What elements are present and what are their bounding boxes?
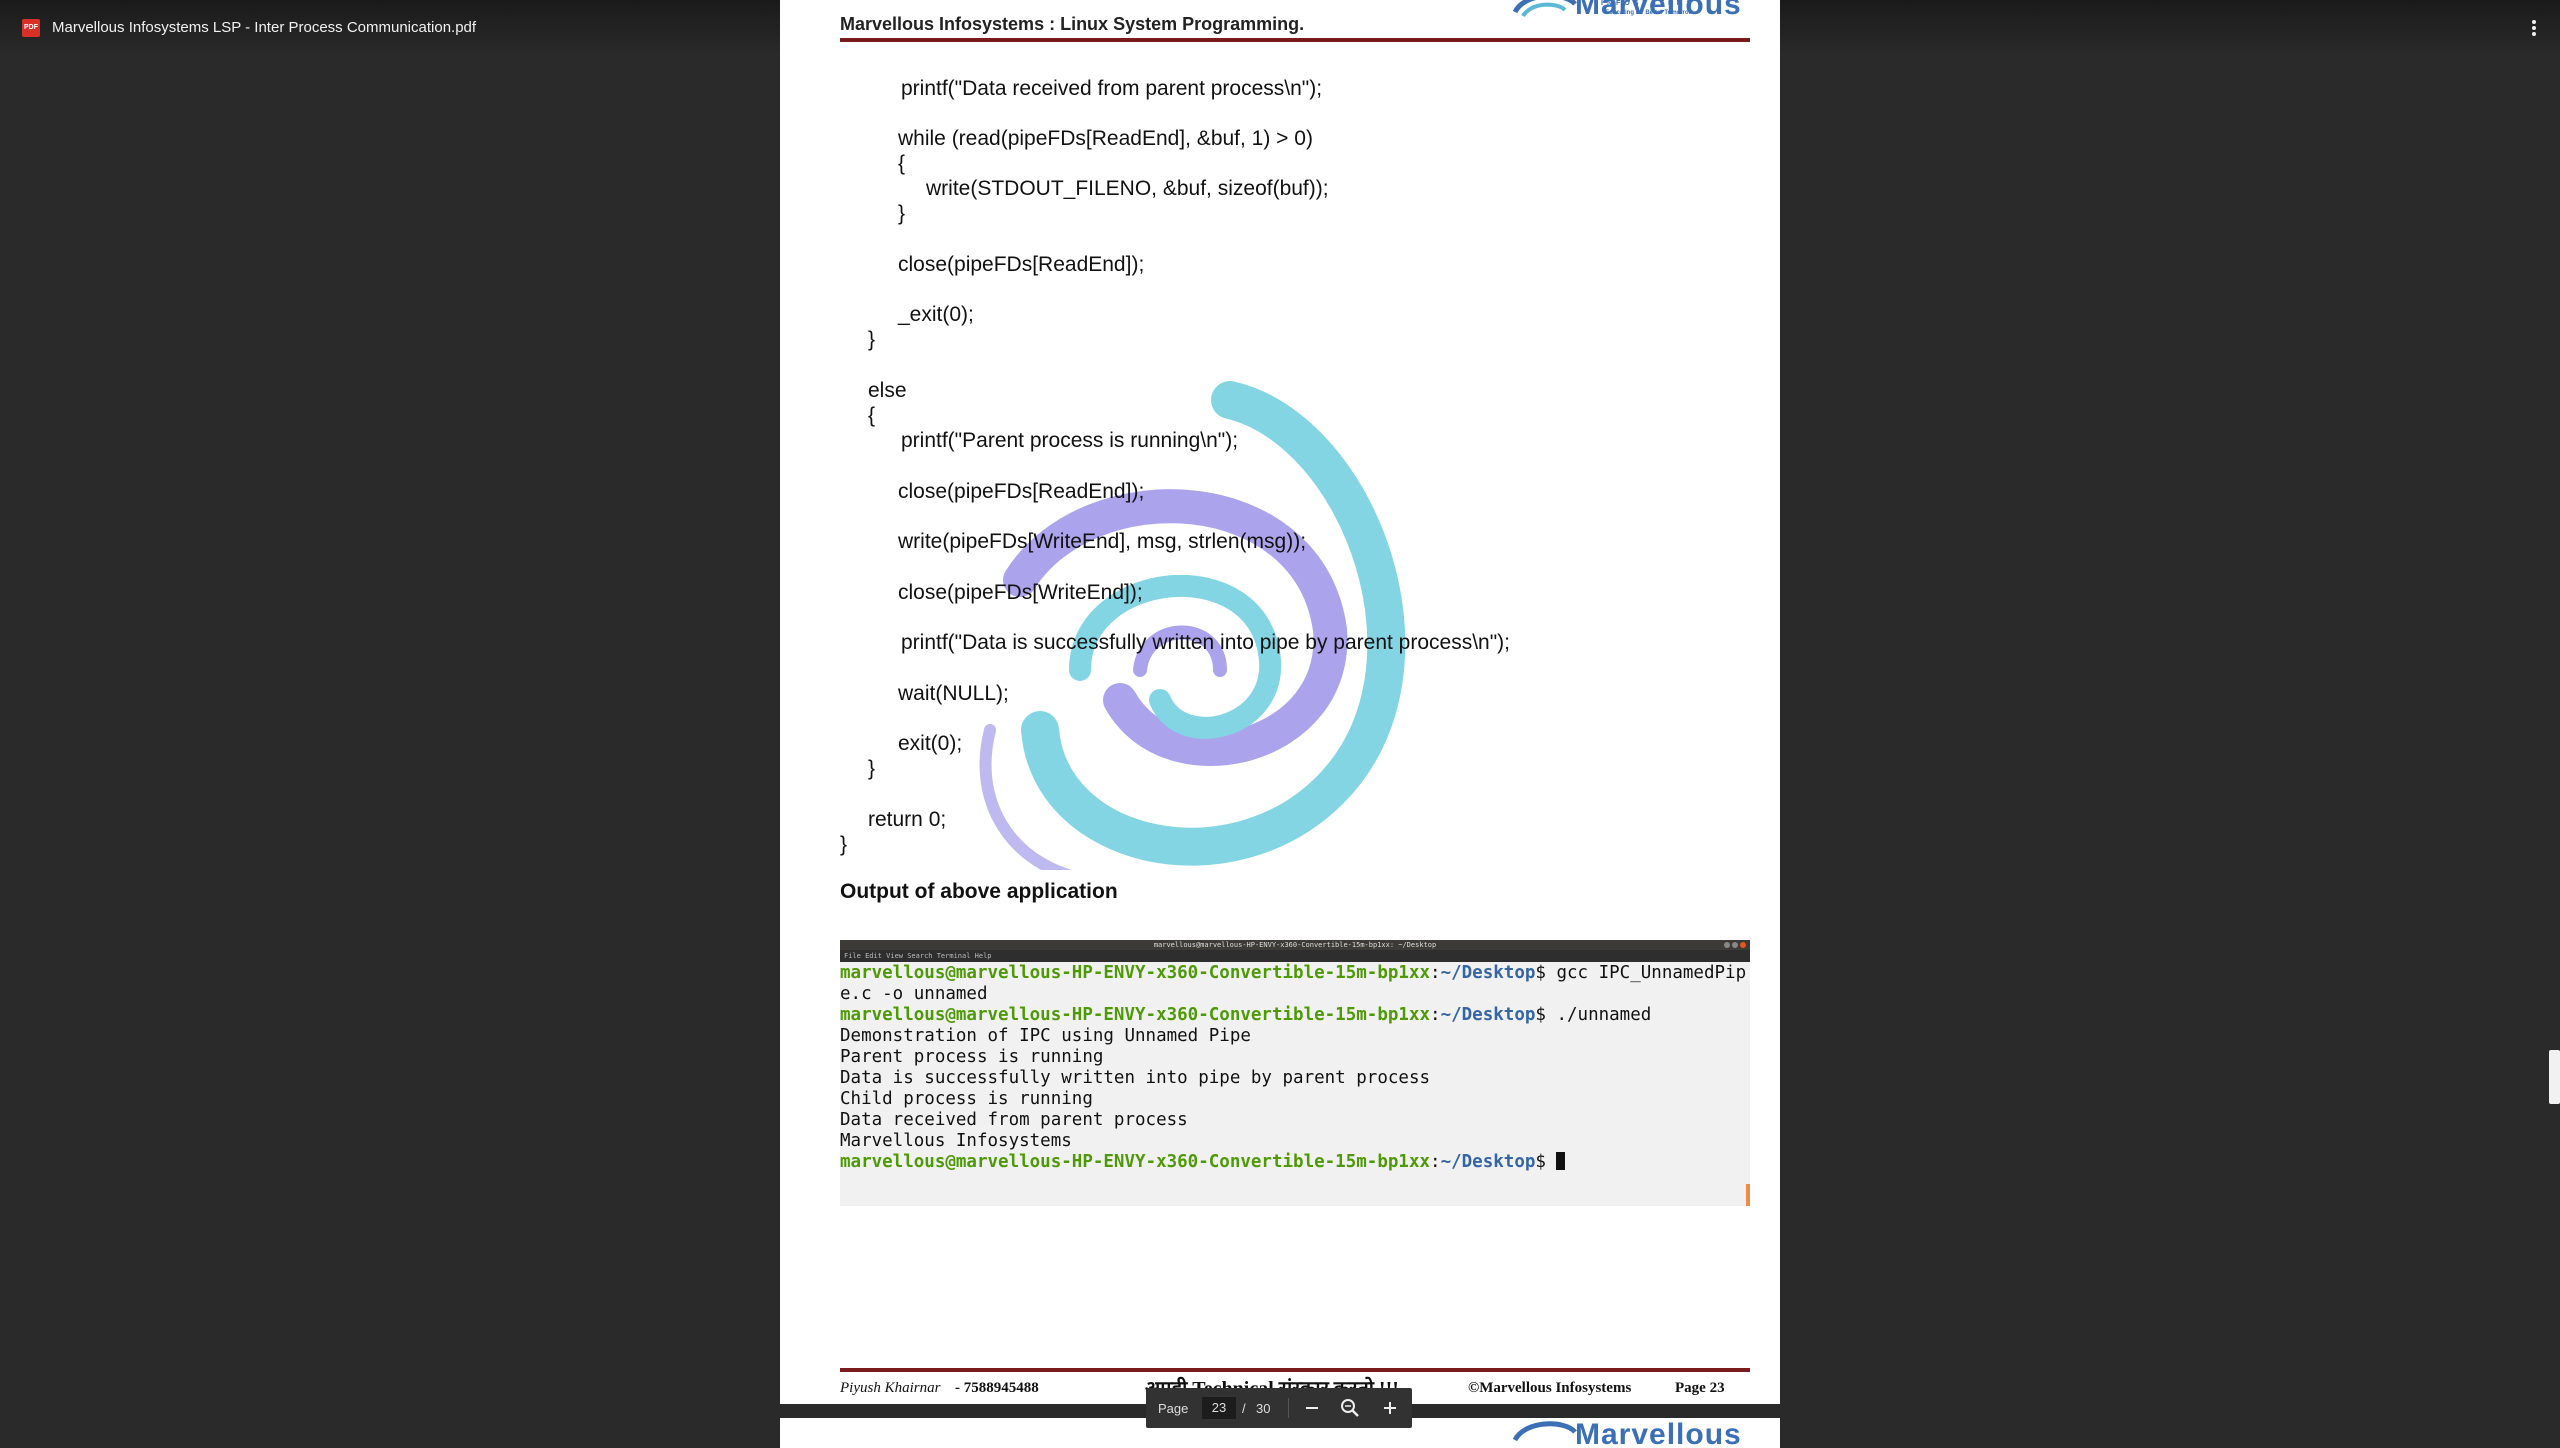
code-line: return 0; <box>868 808 947 831</box>
code-line: write(STDOUT_FILENO, &buf, sizeof(buf)); <box>926 177 1329 200</box>
code-line: printf("Data received from parent proces… <box>901 77 1323 100</box>
code-line: printf("Parent process is running\n"); <box>901 429 1239 452</box>
code-line: while (read(pipeFDs[ReadEnd], &buf, 1) >… <box>898 127 1313 150</box>
footer-copyright: ©Marvellous Infosystems <box>1468 1380 1632 1396</box>
logo-word: Marvellous <box>1575 1418 1742 1448</box>
toolbar-divider <box>1288 1398 1289 1418</box>
close-icon <box>1740 942 1746 948</box>
logo-swirl-icon <box>1512 0 1577 18</box>
page-navigation-toolbar: Page 23 / 30 <box>1146 1388 1412 1428</box>
terminal-scrollbar <box>1746 1184 1750 1206</box>
code-line: close(pipeFDs[ReadEnd]); <box>898 253 1145 276</box>
maximize-icon <box>1732 942 1738 948</box>
terminal-line: e.c -o unnamed <box>840 984 988 1004</box>
terminal-line: Parent process is running <box>840 1047 1104 1067</box>
logo-tagline: Educating for Better Tomorrow <box>1605 10 1694 16</box>
current-page-input[interactable]: 23 <box>1202 1397 1236 1419</box>
header-rule <box>840 38 1750 42</box>
terminal-line: marvellous@marvellous-HP-ENVY-x360-Conve… <box>840 963 1747 983</box>
fit-to-page-button[interactable] <box>1338 1396 1362 1420</box>
code-line: else <box>868 379 907 402</box>
terminal-output: marvellous@marvellous-HP-ENVY-x360-Conve… <box>840 963 1747 1173</box>
terminal-line: Data received from parent process <box>840 1110 1188 1130</box>
terminal-line: Child process is running <box>840 1089 1093 1109</box>
page-header-title: Marvellous Infosystems : Linux System Pr… <box>840 14 1305 34</box>
footer-rule <box>840 1368 1750 1372</box>
terminal-menu: File Edit View Search Terminal Help <box>844 952 992 960</box>
code-line: } <box>868 328 876 351</box>
code-line: close(pipeFDs[WriteEnd]); <box>898 581 1143 604</box>
kebab-menu-icon[interactable] <box>2528 18 2540 38</box>
terminal-screenshot: marvellous@marvellous-HP-ENVY-x360-Conve… <box>840 940 1750 1206</box>
logo-subtitle: INFOSYSTEMS <box>1601 0 1696 7</box>
zoom-in-button[interactable] <box>1378 1396 1402 1420</box>
code-line: close(pipeFDs[ReadEnd]); <box>898 480 1145 503</box>
terminal-line: Data is successfully written into pipe b… <box>840 1068 1431 1088</box>
zoom-out-button[interactable] <box>1300 1396 1324 1420</box>
pdf-page: Marvellous Infosystems : Linux System Pr… <box>780 0 1780 1404</box>
terminal-line: Demonstration of IPC using Unnamed Pipe <box>840 1026 1251 1046</box>
logo-swirl-icon <box>1512 1421 1577 1442</box>
document-title: Marvellous Infosystems LSP - Inter Proce… <box>52 19 477 36</box>
terminal-title: marvellous@marvellous-HP-ENVY-x360-Conve… <box>1153 941 1437 949</box>
code-line: _exit(0); <box>898 303 974 326</box>
code-line: write(pipeFDs[WriteEnd], msg, strlen(msg… <box>898 530 1307 553</box>
code-line: } <box>840 833 848 856</box>
page-label: Page <box>1158 1401 1189 1416</box>
minimize-icon <box>1724 942 1730 948</box>
footer-page-number: Page 23 <box>1675 1380 1725 1396</box>
document-scrollbar-thumb[interactable] <box>2549 1050 2560 1104</box>
marvellous-logo: Marvellous INFOSYSTEMS Educating for Bet… <box>1505 0 1765 32</box>
terminal-cursor <box>1556 1152 1566 1170</box>
footer-phone: - 7588945488 <box>955 1380 1039 1396</box>
code-line: wait(NULL); <box>898 682 1009 705</box>
code-line: { <box>868 404 876 427</box>
code-line: } <box>868 757 876 780</box>
terminal-line: Marvellous Infosystems <box>840 1131 1072 1151</box>
code-line: { <box>898 152 906 175</box>
page-separator: / <box>1242 1401 1246 1416</box>
footer-author: Piyush Khairnar <box>840 1380 941 1396</box>
output-heading: Output of above application <box>840 880 1118 903</box>
total-pages: 30 <box>1256 1401 1271 1416</box>
terminal-line: marvellous@marvellous-HP-ENVY-x360-Conve… <box>840 1005 1652 1025</box>
code-line: } <box>898 202 906 225</box>
terminal-line: marvellous@marvellous-HP-ENVY-x360-Conve… <box>840 1152 1740 1173</box>
magnifier-icon <box>1341 1399 1359 1417</box>
code-line: printf("Data is successfully written int… <box>901 631 1510 654</box>
code-line: exit(0); <box>898 732 963 755</box>
pdf-file-icon: PDF <box>22 19 40 37</box>
